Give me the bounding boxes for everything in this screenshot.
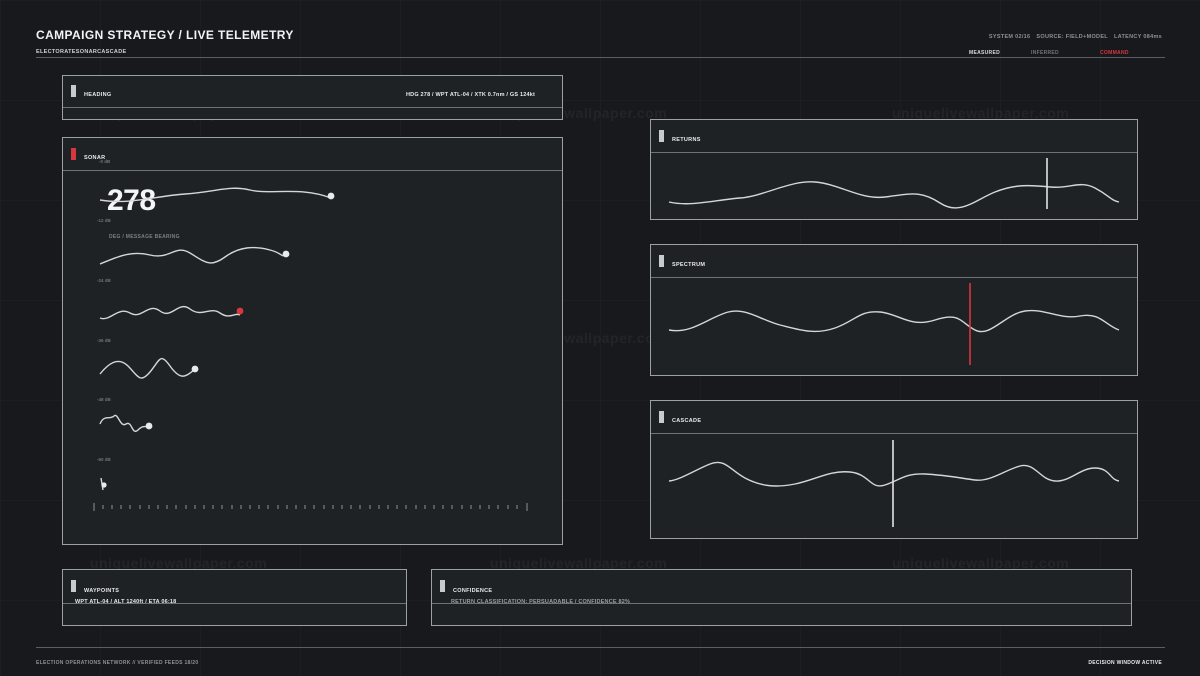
spectrum-trace xyxy=(668,309,1120,333)
waypoints-label: WAYPOINTS xyxy=(84,588,120,594)
confidence-panel: CONFIDENCE RETURN CLASSIFICATION: PERSUA… xyxy=(431,569,1132,626)
footer-divider xyxy=(36,647,1165,648)
returns-trace xyxy=(668,181,1120,209)
waypoints-readout: WPT ATL-04 / ALT 1240ft / ETA 06:18 xyxy=(75,599,177,605)
footer-decision-status: DECISION WINDOW ACTIVE xyxy=(1088,660,1162,666)
footer-network-status: ELECTION OPERATIONS NETWORK // VERIFIED … xyxy=(36,660,199,666)
waypoints-panel: WAYPOINTS WPT ATL-04 / ALT 1240ft / ETA … xyxy=(62,569,407,626)
cascade-trace xyxy=(668,461,1120,487)
confidence-readout: RETURN CLASSIFICATION: PERSUADABLE / CON… xyxy=(451,599,631,605)
waypoints-marker xyxy=(71,580,76,592)
confidence-label: CONFIDENCE xyxy=(453,588,493,594)
confidence-marker xyxy=(440,580,445,592)
